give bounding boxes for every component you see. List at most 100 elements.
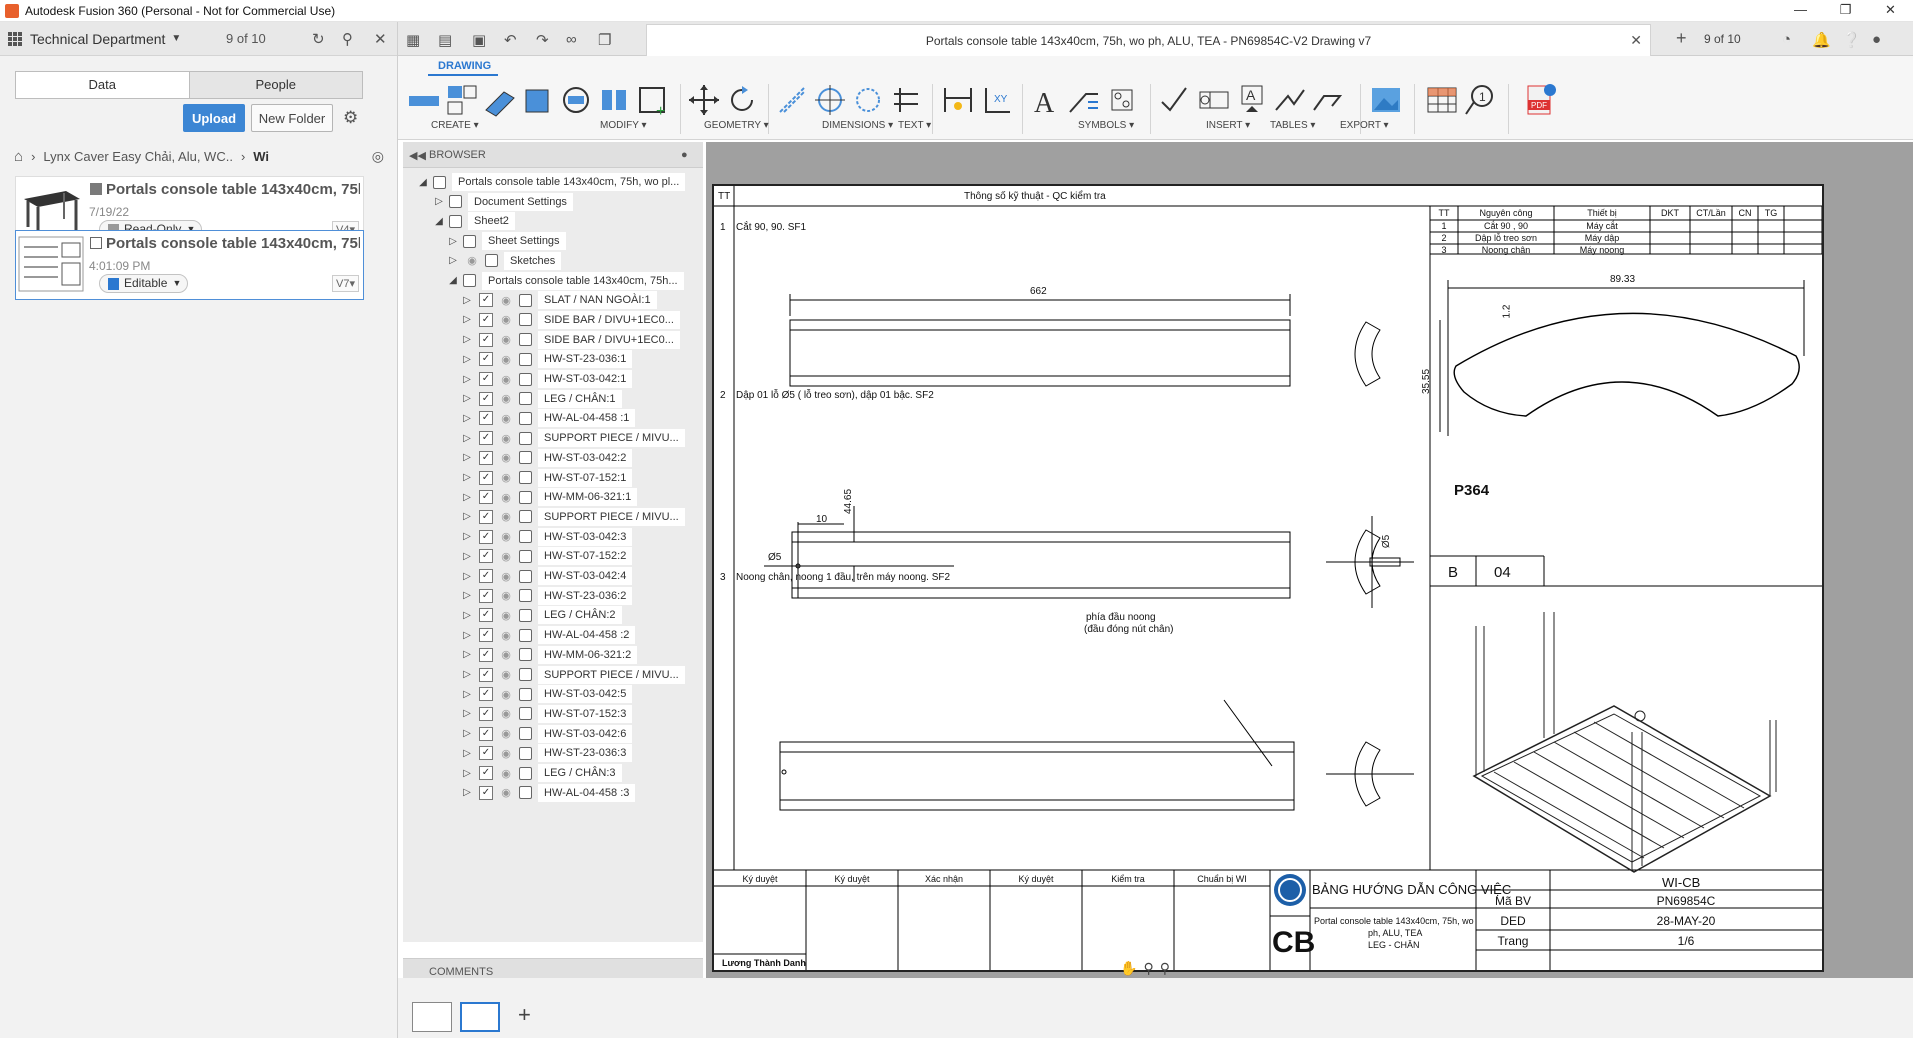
apps-grid-icon[interactable]: ▦	[406, 31, 420, 49]
visibility-checkbox[interactable]: ✓	[479, 588, 493, 603]
eye-icon[interactable]: ◉	[497, 392, 515, 405]
eye-icon[interactable]: ◉	[497, 412, 515, 425]
new-folder-button[interactable]: New Folder	[251, 104, 333, 132]
group-text[interactable]: TEXT ▾	[898, 120, 931, 131]
eye-icon[interactable]: ◉	[497, 491, 515, 504]
visibility-checkbox[interactable]: ✓	[479, 549, 493, 564]
team-hub-grid-icon[interactable]	[8, 31, 22, 46]
gear-icon[interactable]: ⚙	[343, 108, 358, 128]
tab-data[interactable]: Data	[16, 72, 190, 98]
visibility-checkbox[interactable]: ✓	[479, 785, 493, 800]
chevron-right-icon[interactable]: ▷	[447, 255, 459, 266]
eye-icon[interactable]: ◉	[497, 589, 515, 602]
tree-item-part[interactable]: ▷ ✓ ◉ HW-ST-03-042:2	[461, 448, 633, 468]
visibility-checkbox[interactable]: ✓	[479, 746, 493, 761]
eye-icon[interactable]: ◉	[497, 727, 515, 740]
group-export[interactable]: EXPORT ▾	[1340, 120, 1389, 131]
chevron-right-icon[interactable]: ▷	[461, 571, 473, 582]
group-symbols[interactable]: SYMBOLS ▾	[1078, 120, 1134, 131]
file-menu-icon[interactable]: ▤	[438, 31, 452, 49]
edge-symbol-icon[interactable]	[1310, 82, 1346, 118]
centerline-icon[interactable]	[774, 82, 810, 118]
group-insert[interactable]: INSERT ▾	[1206, 120, 1250, 131]
version-count[interactable]: 9 of 10	[226, 31, 266, 46]
eye-icon[interactable]: ◉	[497, 688, 515, 701]
eye-icon[interactable]: ◉	[497, 668, 515, 681]
eye-icon[interactable]: ◉	[497, 609, 515, 622]
chevron-right-icon[interactable]: ▷	[433, 196, 445, 207]
eye-icon[interactable]: ◉	[497, 353, 515, 366]
tree-item-part[interactable]: ▷ ✓ ◉ HW-ST-03-042:5	[461, 684, 633, 704]
chevron-right-icon[interactable]: ▷	[461, 511, 473, 522]
tree-item-document-settings[interactable]: ▷ Document Settings	[433, 192, 573, 212]
visibility-checkbox[interactable]: ✓	[479, 391, 493, 406]
pan-icon[interactable]: ✋	[1120, 960, 1137, 977]
tree-item-part[interactable]: ▷ ✓ ◉ HW-ST-03-042:1	[461, 369, 633, 389]
tree-item-sheet-settings[interactable]: ▷ Sheet Settings	[447, 231, 566, 251]
table-icon[interactable]	[1424, 82, 1460, 118]
group-dimensions[interactable]: DIMENSIONS ▾	[822, 120, 893, 131]
tree-item-part[interactable]: ▷ ✓ ◉ SIDE BAR / DIVU+1EC0...	[461, 330, 680, 350]
chevron-right-icon[interactable]: ▷	[461, 393, 473, 404]
visibility-checkbox[interactable]: ✓	[479, 647, 493, 662]
chevron-right-icon[interactable]: ▷	[461, 354, 473, 365]
eye-icon[interactable]: ◉	[497, 707, 515, 720]
tree-item-part[interactable]: ▷ ✓ ◉ HW-AL-04-458 :1	[461, 408, 636, 428]
chevron-right-icon[interactable]: ▷	[461, 689, 473, 700]
detail-view-icon[interactable]	[520, 82, 556, 118]
zoom-fit-icon[interactable]: ⚲	[1160, 960, 1170, 977]
visibility-checkbox[interactable]: ✓	[479, 569, 493, 583]
tree-item-part[interactable]: ▷ ✓ ◉ HW-ST-23-036:2	[461, 586, 633, 606]
visibility-checkbox[interactable]: ✓	[479, 411, 493, 426]
eye-icon[interactable]: ◉	[497, 648, 515, 661]
visibility-checkbox[interactable]: ✓	[479, 352, 493, 367]
tree-item-part[interactable]: ▷ ✓ ◉ SUPPORT PIECE / MIVU...	[461, 507, 685, 527]
close-panel-icon[interactable]: ✕	[374, 30, 387, 48]
visibility-checkbox[interactable]: ✓	[479, 312, 493, 327]
surface-texture-icon[interactable]	[1158, 82, 1194, 118]
file-name[interactable]: Portals console table 143x40cm, 75h, ...	[106, 235, 360, 252]
eye-icon[interactable]: ◉	[497, 451, 515, 464]
tab-people[interactable]: People	[189, 72, 362, 98]
tree-item-part[interactable]: ▷ ✓ ◉ HW-AL-04-458 :3	[461, 783, 636, 803]
chevron-right-icon[interactable]: ▷	[461, 295, 473, 306]
chevron-right-icon[interactable]: ▷	[461, 433, 473, 444]
document-tab[interactable]: Portals console table 143x40cm, 75h, wo …	[646, 24, 1651, 56]
chevron-right-icon[interactable]: ▷	[461, 492, 473, 503]
job-status-icon[interactable]: ◔	[1782, 31, 1791, 48]
eye-icon[interactable]: ◉	[497, 373, 515, 386]
datum-identifier-icon[interactable]: A	[1234, 82, 1270, 118]
balloon-icon[interactable]: 1	[1462, 82, 1498, 118]
eye-icon[interactable]: ◉	[497, 570, 515, 583]
chevron-right-icon[interactable]: ▷	[461, 728, 473, 739]
visibility-checkbox[interactable]: ✓	[479, 372, 493, 386]
tree-item-part[interactable]: ▷ ✓ ◉ HW-ST-03-042:3	[461, 527, 633, 547]
eye-icon[interactable]: ◉	[497, 629, 515, 642]
browser-header[interactable]: ◀◀ BROWSER ●	[403, 142, 703, 168]
chevron-down-icon[interactable]: ◢	[433, 216, 445, 227]
chevron-down-icon[interactable]: ◀◀	[409, 149, 426, 162]
home-icon[interactable]: ⌂	[14, 148, 23, 165]
link-icon[interactable]: ∞	[566, 31, 577, 48]
tree-item-component[interactable]: ◢ Portals console table 143x40cm, 75h...	[447, 271, 684, 291]
drawing-sheet[interactable]: TT Thông số kỹ thuật - QC kiểm tra 1 Cắt…	[712, 184, 1824, 972]
zoom-window-icon[interactable]: ⚲	[1143, 960, 1153, 977]
eye-icon[interactable]: ◉	[497, 747, 515, 760]
tree-item-sheet[interactable]: ◢ Sheet2	[433, 211, 515, 231]
drawing-canvas[interactable]: TT Thông số kỹ thuật - QC kiểm tra 1 Cắt…	[706, 142, 1913, 978]
dimension-icon[interactable]	[940, 82, 976, 118]
projected-view-icon[interactable]	[444, 82, 480, 118]
tree-item-part[interactable]: ▷ ✓ ◉ HW-MM-06-321:1	[461, 487, 638, 507]
eye-icon[interactable]: ◉	[497, 550, 515, 563]
close-tab-icon[interactable]: ✕	[1630, 32, 1642, 49]
visibility-checkbox[interactable]: ✓	[479, 667, 493, 682]
tree-item-part[interactable]: ▷ ✓ ◉ SLAT / NAN NGOÀI:1	[461, 290, 657, 310]
tree-item-part[interactable]: ▷ ✓ ◉ HW-ST-03-042:4	[461, 566, 633, 586]
sheet-thumbnail-1[interactable]	[412, 1002, 452, 1032]
eye-icon[interactable]: ◉	[497, 767, 515, 780]
tree-item-part[interactable]: ▷ ✓ ◉ HW-ST-07-152:3	[461, 704, 633, 724]
restore-button[interactable]: ❐	[1823, 0, 1868, 22]
chevron-down-icon[interactable]: ◢	[417, 177, 429, 188]
chevron-right-icon[interactable]: ▷	[461, 748, 473, 759]
collapse-icon[interactable]: ●	[681, 149, 688, 161]
